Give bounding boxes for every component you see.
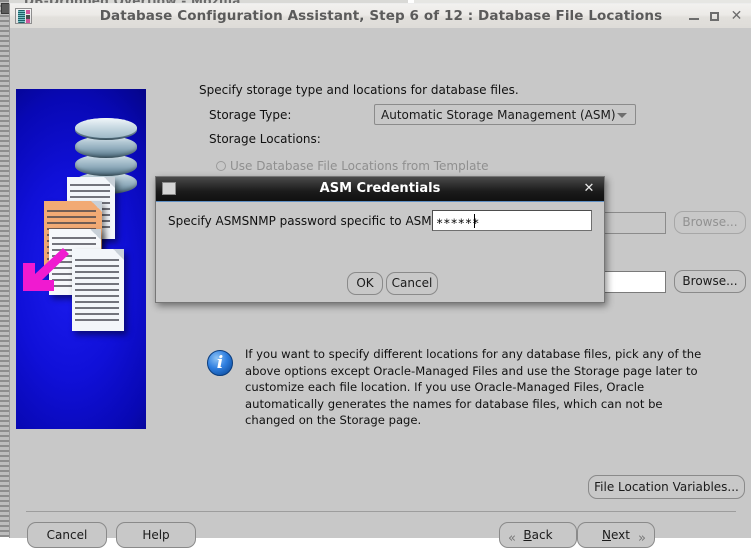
window-titlebar[interactable]: Database Configuration Assistant, Step 6… [10, 4, 751, 29]
document-page-4 [72, 249, 124, 331]
cancel-button[interactable]: Cancel [27, 522, 107, 548]
maximize-icon[interactable] [708, 9, 723, 24]
asm-credentials-dialog: ASM Credentials ✕ Specify ASMSNMP passwo… [155, 176, 605, 303]
close-icon[interactable]: ✕ [729, 9, 744, 24]
radio-icon [216, 161, 226, 171]
app-icon-square-3 [26, 19, 30, 23]
dialog-title: ASM Credentials [319, 181, 441, 196]
magenta-arrow-icon [19, 247, 69, 295]
info-glyph: i [216, 353, 224, 373]
radio-label: Use Database File Locations from Templat… [230, 159, 489, 173]
browse-button-1[interactable]: Browse... [674, 211, 746, 234]
password-masked-value: ∗∗∗∗∗∗ [436, 214, 480, 228]
dialog-cancel-button[interactable]: Cancel [386, 272, 438, 295]
storage-type-label: Storage Type: [209, 108, 292, 122]
app-icon-square-1 [26, 10, 30, 14]
text-caret [474, 214, 475, 228]
window-icon [162, 182, 176, 195]
back-mnemonic: B [523, 528, 532, 542]
next-button[interactable]: Next » [577, 522, 655, 548]
database-app-icon [15, 8, 32, 24]
page-instruction: Specify storage type and locations for d… [199, 83, 519, 97]
storage-locations-label: Storage Locations: [209, 132, 321, 146]
storage-type-select[interactable]: Automatic Storage Management (ASM) [374, 104, 636, 125]
chevron-left-icon: « [508, 531, 516, 546]
radio-use-template[interactable]: Use Database File Locations from Templat… [216, 159, 489, 173]
dialog-close-icon[interactable]: ✕ [582, 181, 596, 197]
chevron-down-icon [617, 113, 627, 118]
dialog-titlebar[interactable]: ASM Credentials ✕ [156, 177, 604, 202]
file-location-variables-button[interactable]: File Location Variables... [588, 475, 745, 499]
password-label: Specify ASMSNMP password specific to ASM… [168, 214, 436, 228]
window-title: Database Configuration Assistant, Step 6… [99, 8, 663, 24]
app-icon-cylinder [18, 10, 25, 23]
info-note-text: If you want to specify different locatio… [245, 347, 702, 427]
screen: DB-Dropped Overflow - Mozilla Database C… [0, 0, 751, 548]
browse-button-2[interactable]: Browse... [674, 270, 746, 293]
next-label-rest: ext [611, 528, 630, 542]
back-label-rest: ack [531, 528, 553, 542]
desktop-edge-strip [0, 0, 10, 537]
footer-divider [26, 511, 736, 512]
storage-type-value: Automatic Storage Management (ASM) [381, 108, 616, 122]
minimize-icon[interactable] [687, 9, 702, 24]
help-button[interactable]: Help [116, 522, 196, 548]
info-icon: i [207, 350, 233, 376]
banner-illustration [16, 89, 146, 429]
next-mnemonic: N [602, 528, 611, 542]
asmsnmp-password-input[interactable]: ∗∗∗∗∗∗ [432, 210, 592, 231]
back-button[interactable]: « Back [499, 522, 577, 548]
dialog-ok-button[interactable]: OK [347, 272, 383, 295]
chevron-right-icon: » [638, 531, 646, 546]
